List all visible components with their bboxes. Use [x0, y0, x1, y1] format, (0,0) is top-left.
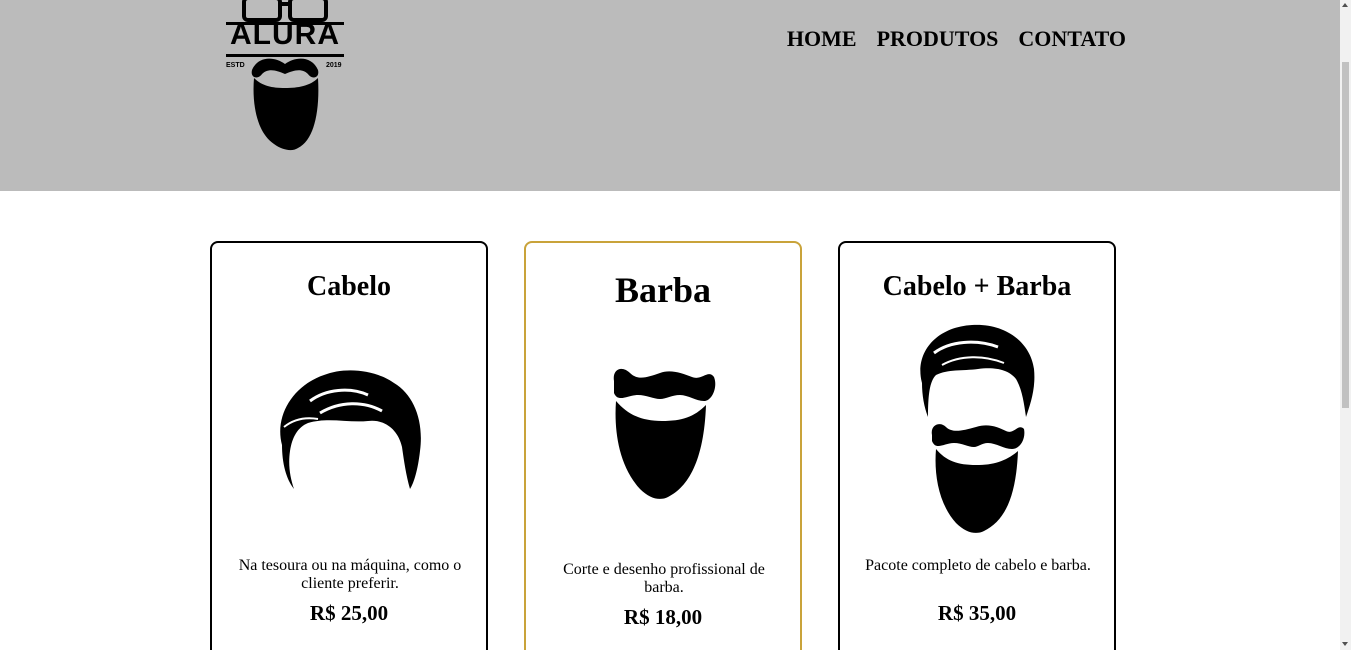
product-card-cabelo-barba: Cabelo + Barba Pacote completo de cabelo… — [838, 241, 1116, 650]
card-title: Cabelo — [307, 271, 391, 302]
hair-icon — [212, 365, 486, 500]
alura-logo[interactable]: ALURA ESTD 2019 — [222, 0, 348, 154]
hair-and-beard-icon — [840, 323, 1114, 542]
nav-contato-link[interactable]: CONTATO — [1018, 26, 1126, 52]
card-price: R$ 25,00 — [309, 601, 389, 625]
logo-year: 2019 — [326, 62, 342, 69]
product-card-barba: Barba Corte e desenho profissional de ba… — [524, 241, 802, 650]
vertical-scrollbar[interactable] — [1340, 0, 1351, 650]
scroll-up-icon[interactable] — [1342, 3, 1348, 7]
site-header: ALURA ESTD 2019 HOME PRODUTOS CONTATO — [0, 0, 1340, 191]
scroll-thumb[interactable] — [1342, 62, 1349, 408]
card-description: Corte e desenho profissional de barba. — [563, 561, 765, 596]
product-card-cabelo: Cabelo Na tesoura ou na máquina, como o … — [210, 241, 488, 650]
main-nav: HOME PRODUTOS CONTATO — [787, 26, 1126, 52]
card-title: Barba — [614, 270, 711, 310]
nav-produtos-link[interactable]: PRODUTOS — [877, 26, 999, 52]
card-description: Pacote completo de cabelo e barba. — [865, 557, 1091, 574]
scroll-down-icon[interactable] — [1342, 642, 1348, 646]
card-title: Cabelo + Barba — [882, 271, 1072, 302]
page: ALURA ESTD 2019 HOME PRODUTOS CONTATO Ca… — [0, 0, 1340, 650]
card-price: R$ 18,00 — [623, 605, 703, 629]
logo-estd: ESTD — [226, 62, 245, 69]
card-description: Na tesoura ou na máquina, como o cliente… — [238, 557, 462, 592]
card-price: R$ 35,00 — [937, 601, 1017, 625]
logo-text: ALURA — [230, 18, 340, 51]
beard-icon — [526, 365, 800, 510]
nav-home-link[interactable]: HOME — [787, 26, 857, 52]
